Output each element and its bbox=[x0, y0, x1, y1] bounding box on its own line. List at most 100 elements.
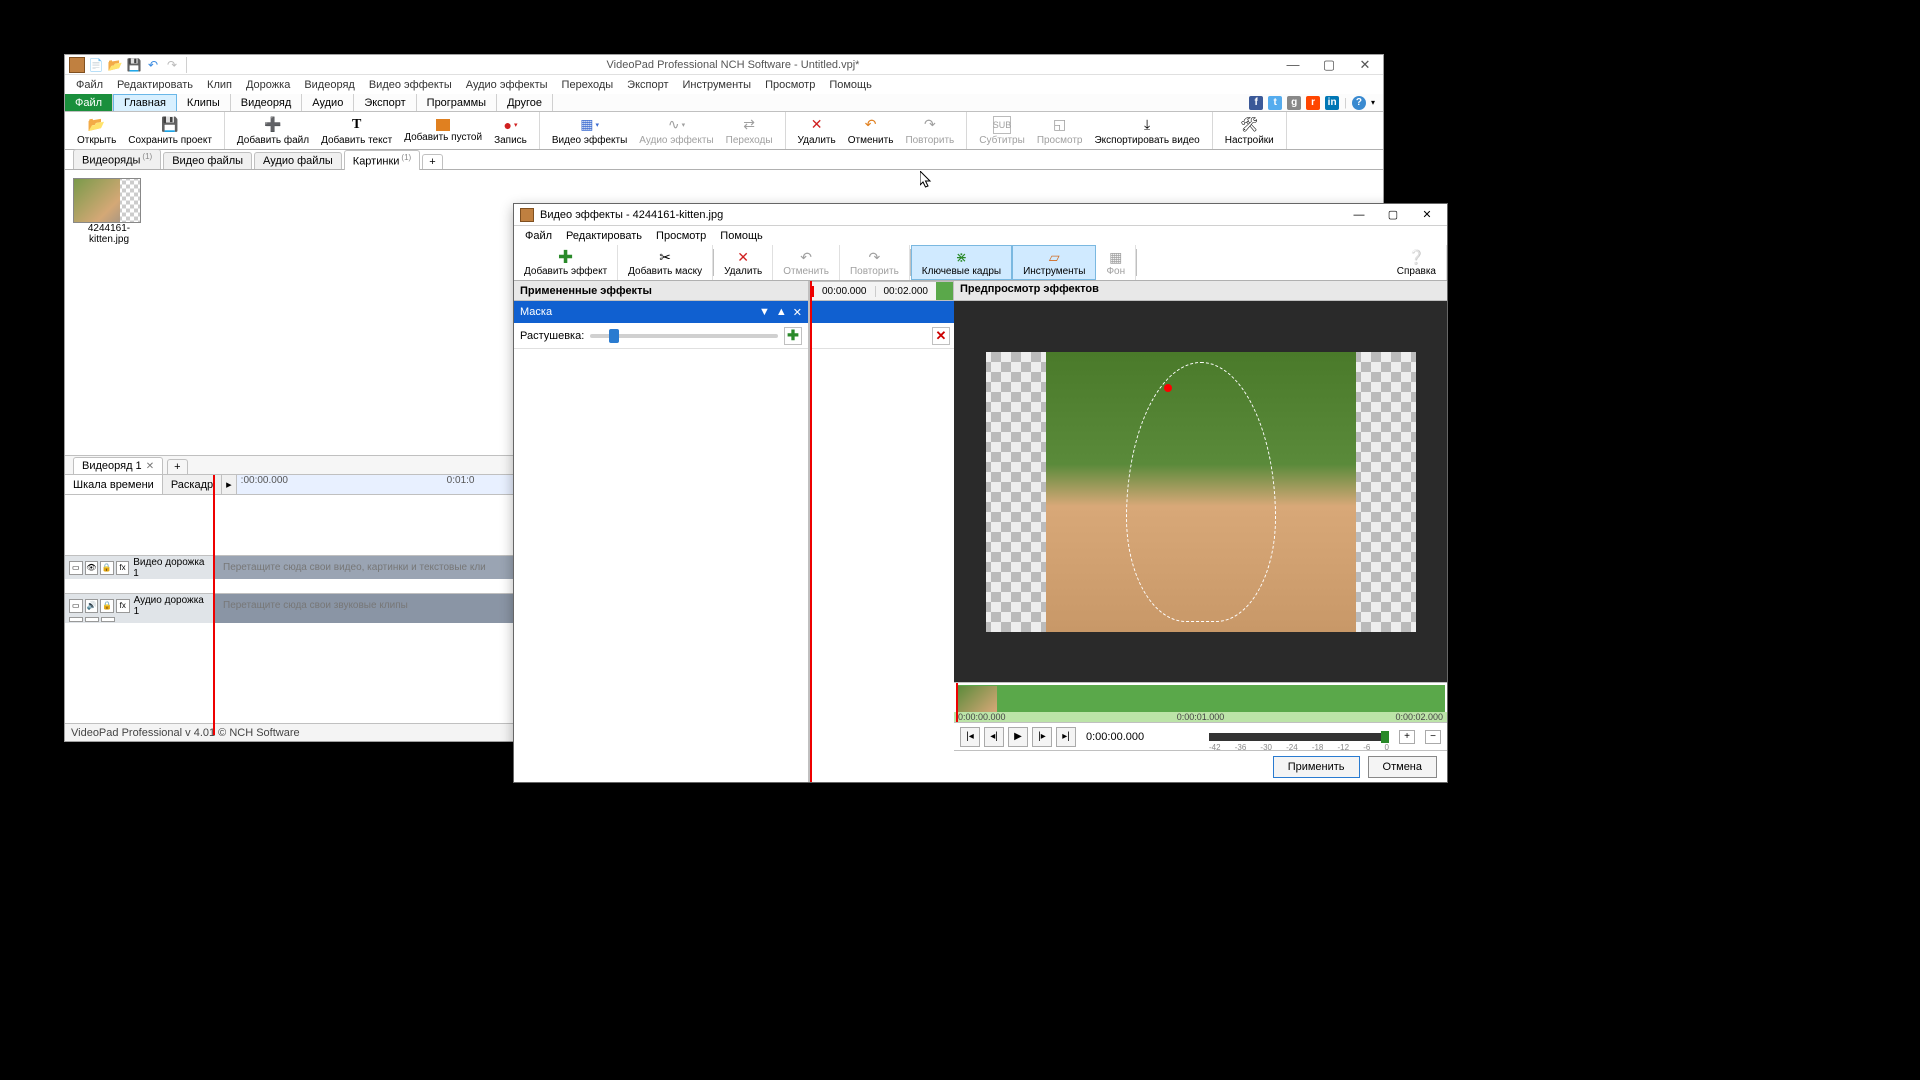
sequence-tab[interactable]: Видеоряд 1✕ bbox=[73, 457, 163, 474]
cancel-button[interactable]: Отмена bbox=[1368, 756, 1437, 778]
menu-view[interactable]: Просмотр bbox=[758, 77, 822, 93]
sequence-close-icon[interactable]: ✕ bbox=[146, 461, 154, 472]
track-lock-icon[interactable]: 🔒 bbox=[100, 561, 114, 575]
bin-add-tab[interactable]: + bbox=[422, 154, 442, 169]
menu-help[interactable]: Помощь bbox=[822, 77, 879, 93]
help-dropdown-icon[interactable]: ▾ bbox=[1371, 98, 1375, 107]
fx-clip[interactable] bbox=[956, 685, 1445, 713]
menu-transitions[interactable]: Переходы bbox=[555, 77, 621, 93]
fx-titlebar[interactable]: Видео эффекты - 4244161-kitten.jpg — ▢ ✕ bbox=[514, 204, 1447, 226]
goto-start-button[interactable]: |◂ bbox=[960, 727, 980, 747]
reddit-icon[interactable]: r bbox=[1306, 96, 1320, 110]
apply-button[interactable]: Применить bbox=[1273, 756, 1360, 778]
fx-add-mask-button[interactable]: ✂Добавить маску bbox=[618, 245, 713, 280]
fx-add-effect-button[interactable]: ✚Добавить эффект bbox=[514, 245, 618, 280]
qat-open-icon[interactable]: 📂 bbox=[107, 57, 123, 73]
ribbon-save-button[interactable]: 💾Сохранить проект bbox=[122, 112, 218, 149]
fx-menu-help[interactable]: Помощь bbox=[713, 228, 770, 244]
menu-export[interactable]: Экспорт bbox=[620, 77, 675, 93]
ribbon-undo-button[interactable]: ↶Отменить bbox=[842, 112, 900, 149]
qat-save-icon[interactable]: 💾 bbox=[126, 57, 142, 73]
menu-sequence[interactable]: Видеоряд bbox=[297, 77, 362, 93]
tab-main[interactable]: Главная bbox=[113, 94, 177, 111]
timeline-playhead[interactable] bbox=[213, 475, 215, 735]
bin-tab-video[interactable]: Видео файлы bbox=[163, 152, 252, 169]
help-icon[interactable]: ? bbox=[1352, 96, 1366, 110]
qat-redo-icon[interactable]: ↷ bbox=[164, 57, 180, 73]
ribbon-vfx-button[interactable]: ▦▾Видео эффекты bbox=[546, 112, 633, 149]
effect-down-icon[interactable]: ▼ bbox=[759, 306, 770, 319]
menu-file[interactable]: Файл bbox=[69, 77, 110, 93]
tab-file[interactable]: Файл bbox=[65, 94, 113, 111]
add-keyframe-button[interactable]: ✚ bbox=[784, 327, 802, 345]
lvl-btn[interactable] bbox=[101, 617, 115, 622]
lvl-btn[interactable] bbox=[69, 617, 83, 622]
delete-keyframe-button[interactable]: ✕ bbox=[932, 327, 950, 345]
fx-bg-button[interactable]: ▦Фон bbox=[1096, 245, 1136, 280]
effect-up-icon[interactable]: ▲ bbox=[776, 306, 787, 319]
fx-keyframes-button[interactable]: ⋇Ключевые кадры bbox=[911, 245, 1012, 280]
menu-tools[interactable]: Инструменты bbox=[676, 77, 759, 93]
track-fx-icon[interactable]: fx bbox=[116, 561, 130, 575]
ribbon-addfile-button[interactable]: ➕Добавить файл bbox=[231, 112, 315, 149]
sequence-add-tab[interactable]: + bbox=[167, 459, 187, 474]
bin-thumbnail[interactable]: 4244161-kitten.jpg bbox=[73, 178, 145, 245]
track-mute-icon[interactable]: ▭ bbox=[69, 599, 83, 613]
tab-audio[interactable]: Аудио bbox=[302, 94, 354, 111]
fx-delete-button[interactable]: ✕Удалить bbox=[714, 245, 773, 280]
fx-maximize-button[interactable]: ▢ bbox=[1379, 206, 1407, 224]
fx-help-button[interactable]: ❔Справка bbox=[1387, 245, 1447, 280]
mask-handle[interactable] bbox=[1164, 384, 1172, 392]
bin-tab-sequences[interactable]: Видеоряды(1) bbox=[73, 149, 161, 169]
lvl-btn[interactable] bbox=[85, 617, 99, 622]
tab-other[interactable]: Другое bbox=[497, 94, 553, 111]
ribbon-export-button[interactable]: ⤓Экспортировать видео bbox=[1088, 112, 1205, 149]
ribbon-record-button[interactable]: ●▾Запись bbox=[488, 112, 533, 149]
track-eye-icon[interactable]: 👁 bbox=[85, 561, 99, 575]
ribbon-afx-button[interactable]: ∿▾Аудио эффекты bbox=[633, 112, 719, 149]
ribbon-addtext-button[interactable]: TДобавить текст bbox=[315, 112, 398, 149]
goto-end-button[interactable]: ▸| bbox=[1056, 727, 1076, 747]
timeline-mode-next[interactable]: ▸ bbox=[222, 475, 237, 494]
track-mute-icon[interactable]: ▭ bbox=[69, 561, 83, 575]
tab-clips[interactable]: Клипы bbox=[177, 94, 231, 111]
qat-undo-icon[interactable]: ↶ bbox=[145, 57, 161, 73]
slider-thumb[interactable] bbox=[609, 329, 619, 343]
fx-menu-edit[interactable]: Редактировать bbox=[559, 228, 649, 244]
fx-tools-button[interactable]: ▱Инструменты bbox=[1012, 245, 1096, 280]
tab-programs[interactable]: Программы bbox=[417, 94, 497, 111]
twitter-icon[interactable]: t bbox=[1268, 96, 1282, 110]
ribbon-settings-button[interactable]: 🛠Настройки bbox=[1219, 112, 1280, 149]
fx-menu-file[interactable]: Файл bbox=[518, 228, 559, 244]
ribbon-open-button[interactable]: 📂Открыть bbox=[71, 112, 122, 149]
step-back-button[interactable]: ◂| bbox=[984, 727, 1004, 747]
ribbon-preview-button[interactable]: ◱Просмотр bbox=[1031, 112, 1089, 149]
linkedin-icon[interactable]: in bbox=[1325, 96, 1339, 110]
preview-viewport[interactable] bbox=[954, 301, 1447, 682]
play-button[interactable]: ▶ bbox=[1008, 727, 1028, 747]
ribbon-trans-button[interactable]: ⇄Переходы bbox=[720, 112, 779, 149]
fx-undo-button[interactable]: ↶Отменить bbox=[773, 245, 840, 280]
step-fwd-button[interactable]: |▸ bbox=[1032, 727, 1052, 747]
close-button[interactable]: ✕ bbox=[1351, 56, 1379, 74]
minimize-button[interactable]: — bbox=[1279, 56, 1307, 74]
fx-tl-playhead[interactable] bbox=[956, 683, 958, 722]
bin-tab-images[interactable]: Картинки(1) bbox=[344, 150, 420, 170]
meter-handle[interactable] bbox=[1381, 731, 1389, 743]
facebook-icon[interactable]: f bbox=[1249, 96, 1263, 110]
keyframe-playhead[interactable] bbox=[810, 281, 812, 782]
zoom-in-button[interactable]: + bbox=[1399, 730, 1415, 744]
menu-clip[interactable]: Клип bbox=[200, 77, 239, 93]
menu-edit[interactable]: Редактировать bbox=[110, 77, 200, 93]
timeline-mode-time[interactable]: Шкала времени bbox=[65, 475, 163, 494]
zoom-out-button[interactable]: − bbox=[1425, 730, 1441, 744]
ribbon-redo-button[interactable]: ↷Повторить bbox=[899, 112, 960, 149]
track-lock-icon[interactable]: 🔒 bbox=[100, 599, 114, 613]
fx-timeline[interactable]: 0:00:00.000 0:00:01.000 0:00:02.000 bbox=[954, 682, 1447, 722]
tab-sequence[interactable]: Видеоряд bbox=[231, 94, 303, 111]
maximize-button[interactable]: ▢ bbox=[1315, 56, 1343, 74]
bin-tab-audio[interactable]: Аудио файлы bbox=[254, 152, 342, 169]
effect-remove-icon[interactable]: ✕ bbox=[793, 306, 802, 319]
ribbon-addblank-button[interactable]: Добавить пустой bbox=[398, 112, 488, 149]
google-icon[interactable]: g bbox=[1287, 96, 1301, 110]
